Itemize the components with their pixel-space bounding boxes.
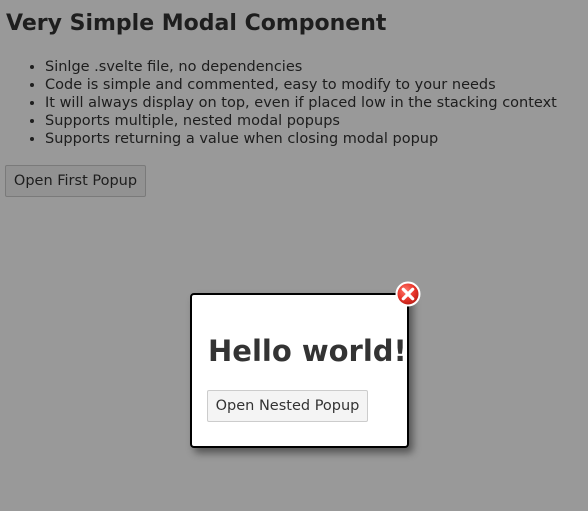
- open-nested-popup-button[interactable]: Open Nested Popup: [207, 390, 368, 422]
- modal-heading: Hello world!: [208, 334, 407, 368]
- modal-dialog: Hello world! Open Nested Popup: [190, 293, 409, 448]
- close-icon[interactable]: [395, 281, 421, 307]
